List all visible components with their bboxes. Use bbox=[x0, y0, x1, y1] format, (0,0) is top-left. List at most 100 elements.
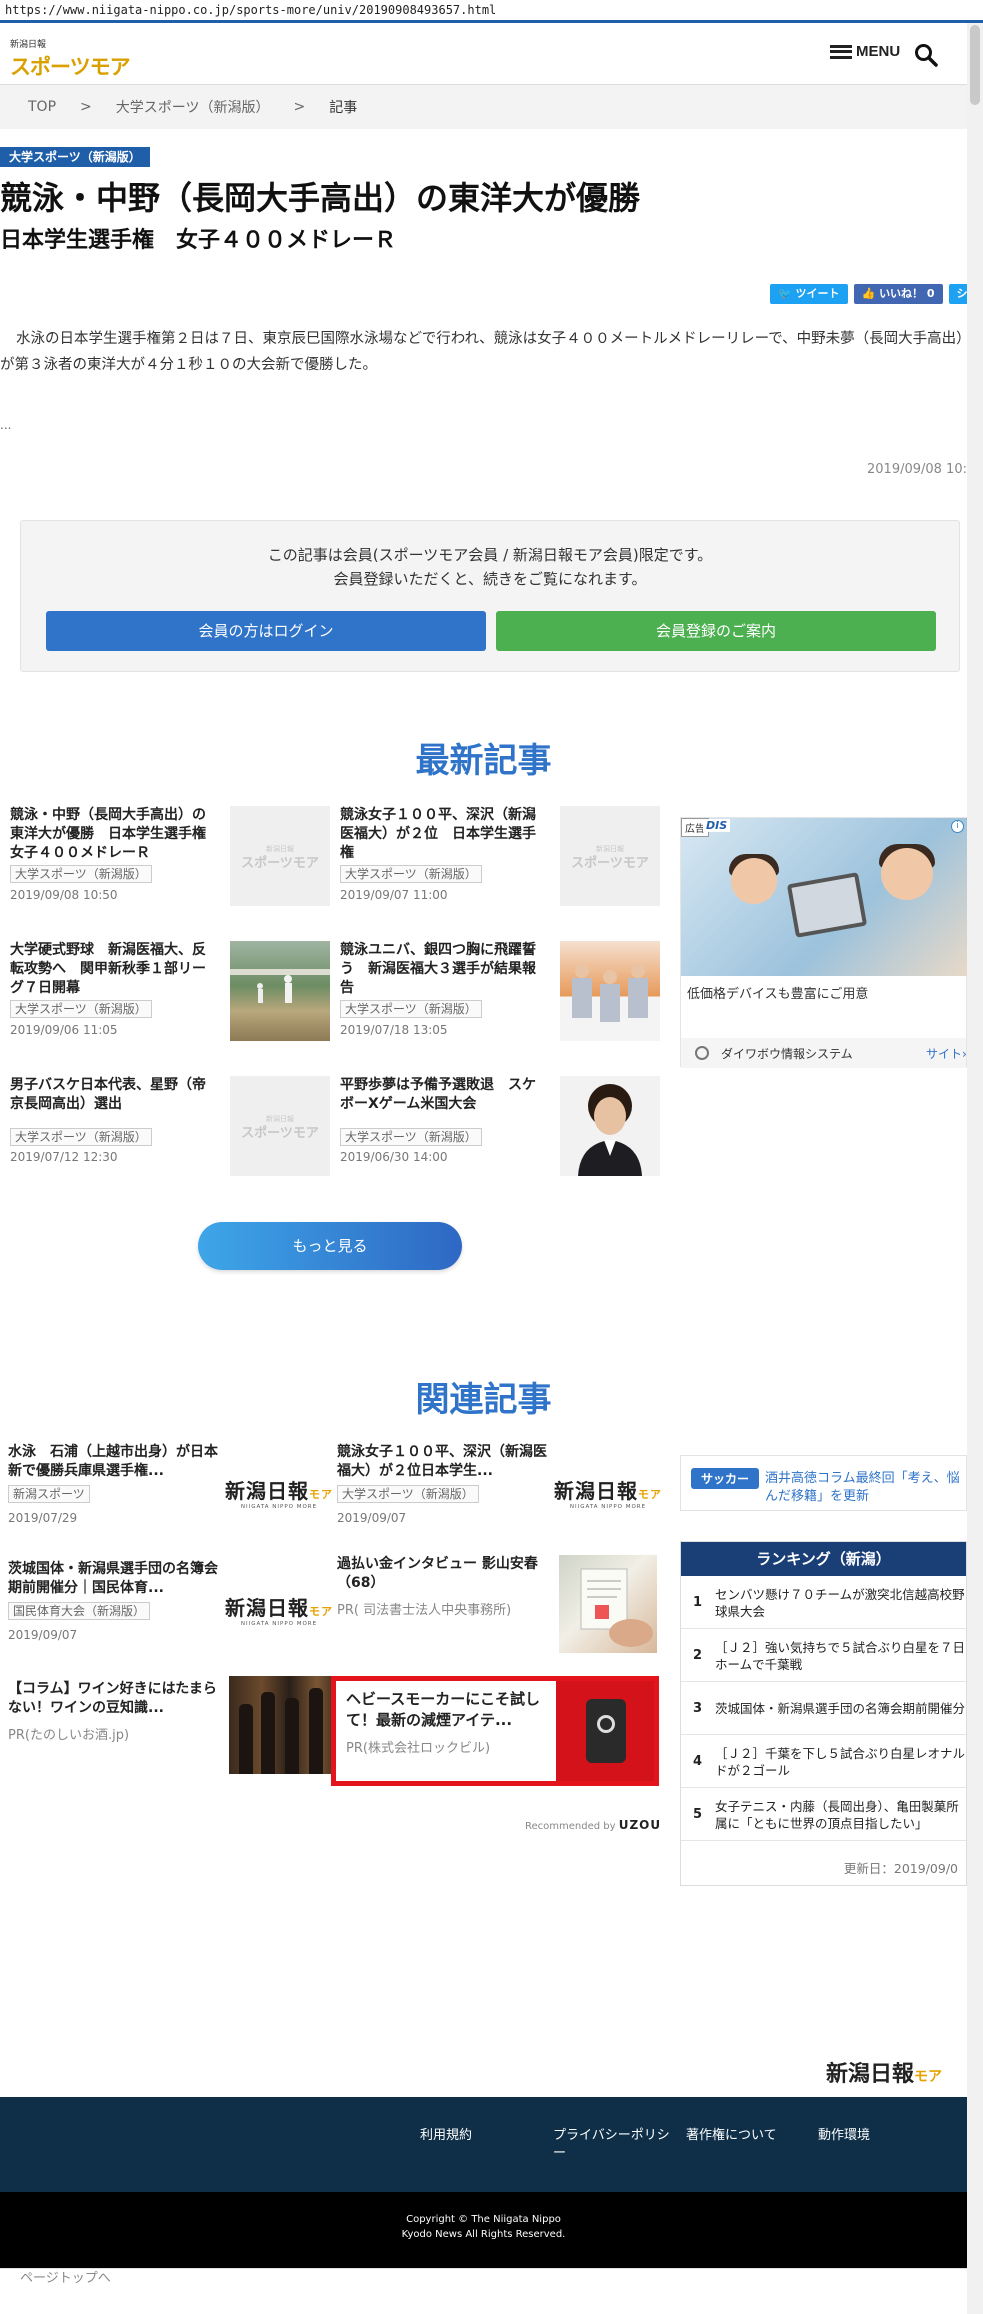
ranking-title: ランキング（新潟） bbox=[681, 1542, 966, 1576]
login-button[interactable]: 会員の方はログイン bbox=[46, 611, 486, 651]
ranking-item[interactable]: 1 センバツ懸け７０チームが激突北信越高校野球県大会 bbox=[681, 1576, 966, 1629]
ad-site-link[interactable]: サイト› bbox=[926, 1045, 967, 1062]
footer-logo[interactable]: 新潟日報モア bbox=[826, 2056, 942, 2088]
footer-copyright: Copyright © The Niigata Nippo Kyodo News… bbox=[0, 2192, 967, 2268]
ranking-number: 2 bbox=[693, 1648, 703, 1663]
latest-article-card[interactable]: 競泳女子１００平、深沢（新潟医福大）が２位 日本学生選手権 大学スポーツ（新潟版… bbox=[340, 806, 660, 910]
related-article-card[interactable]: 茨城国体・新潟県選手団の名簿会期前開催分｜国民体育... 国民体育大会（新潟版）… bbox=[8, 1560, 332, 1690]
placeholder-thumbnail: 新潟日報 スポーツモア bbox=[230, 806, 330, 906]
latest-article-title: 男子バスケ日本代表、星野（帝京長岡高出）選出 bbox=[10, 1077, 206, 1112]
ranking-number: 5 bbox=[693, 1807, 703, 1822]
breadcrumb: TOP > 大学スポーツ（新潟版） > 記事 bbox=[0, 85, 967, 129]
breadcrumb-current: 記事 bbox=[329, 100, 358, 116]
site-logo[interactable]: 新潟日報 スポーツモア bbox=[10, 37, 131, 79]
baseball-players-image bbox=[230, 969, 330, 1003]
latest-article-card[interactable]: 平野歩夢は予備予選敗退 スケボーXゲーム米国大会 大学スポーツ（新潟版） 201… bbox=[340, 1076, 660, 1180]
tweet-button[interactable]: 🐦 ツイート bbox=[770, 284, 848, 304]
placeholder-main: スポーツモア bbox=[241, 1125, 319, 1140]
logo-sub: NIIGATA NIPPO MORE bbox=[240, 1503, 318, 1510]
page: https://www.niigata-nippo.co.jp/sports-m… bbox=[0, 0, 983, 2314]
athlete-portrait bbox=[560, 1076, 660, 1176]
register-button[interactable]: 会員登録のご案内 bbox=[496, 611, 936, 651]
wine-bottles-image[interactable] bbox=[229, 1676, 339, 1774]
soccer-column-link[interactable]: 酒井高徳コラム最終回「考え、悩んだ移籍」を更新 bbox=[765, 1470, 965, 1506]
niigata-nippo-logo-thumb: 新潟日報モア NIIGATA NIPPO MORE bbox=[554, 1443, 661, 1541]
more-button[interactable]: もっと見る bbox=[198, 1222, 462, 1270]
ad-child-face bbox=[731, 858, 777, 904]
related-article-title: 【コラム】ワイン好きにはたまらない！ワインの豆知識... bbox=[8, 1681, 217, 1716]
footer-link-copyright[interactable]: 著作権について bbox=[686, 2127, 777, 2145]
ad-brand: DIS bbox=[703, 819, 731, 832]
smoking-ad-card[interactable]: ヘビースモーカーにこそ試して！最新の減煙アイテ... PR(株式会社ロックビル) bbox=[331, 1676, 659, 1786]
latest-article-title: 競泳ユニバ、銀四つ胸に飛躍誓う 新潟医福大３選手が結果報告 bbox=[340, 942, 536, 996]
latest-article-tag: 大学スポーツ（新潟版） bbox=[10, 1128, 152, 1146]
footer-logo-more: モア bbox=[914, 2068, 943, 2084]
ad-tablet bbox=[786, 872, 868, 938]
latest-article-title: 平野歩夢は予備予選敗退 スケボーXゲーム米国大会 bbox=[340, 1077, 536, 1112]
breadcrumb-top[interactable]: TOP bbox=[28, 99, 56, 115]
category-badge[interactable]: 大学スポーツ（新潟版） bbox=[0, 147, 150, 167]
page-top-link[interactable]: ページトップへ bbox=[0, 2268, 967, 2298]
menu-button[interactable]: MENU bbox=[830, 43, 900, 60]
swimmers-group-image bbox=[572, 964, 648, 1022]
latest-article-card[interactable]: 大学硬式野球 新潟医福大、反転攻勢へ 関甲新秋季１部リーグ７日開幕 大学スポーツ… bbox=[10, 941, 330, 1045]
footer-link-terms[interactable]: 利用規約 bbox=[420, 2127, 472, 2145]
ranking-text: ［Ｊ２］千葉を下し５試合ぶり白星レオナルドが２ゴール bbox=[715, 1745, 966, 1778]
vertical-scrollbar[interactable] bbox=[967, 23, 983, 2314]
address-bar[interactable]: https://www.niigata-nippo.co.jp/sports-m… bbox=[0, 0, 983, 20]
latest-article-date: 2019/07/12 12:30 bbox=[10, 1150, 118, 1164]
latest-article-card[interactable]: 競泳ユニバ、銀四つ胸に飛躍誓う 新潟医福大３選手が結果報告 大学スポーツ（新潟版… bbox=[340, 941, 660, 1045]
social-buttons: 🐦 ツイート 👍 いいね！ 0 シェ bbox=[770, 284, 983, 304]
tweet-label: ツイート bbox=[795, 287, 840, 300]
recommended-by[interactable]: Recommended by UZOU bbox=[525, 1818, 661, 1832]
related-article-card[interactable]: 競泳女子１００平、深沢（新潟医福大）が２位日本学生... 大学スポーツ（新潟版）… bbox=[337, 1443, 661, 1573]
related-article-card[interactable]: 水泳 石浦（上越市出身）が日本新で優勝兵庫県選手権... 新潟スポーツ 2019… bbox=[8, 1443, 332, 1573]
footer-link-privacy[interactable]: プライバシーポリシー bbox=[553, 2127, 679, 2163]
search-icon[interactable] bbox=[913, 42, 939, 68]
ranking-item[interactable]: 5 女子テニス・内藤（長岡出身）、亀田製菓所属に「ともに世界の頂点目指したい」 bbox=[681, 1788, 966, 1841]
member-message-line1: この記事は会員(スポーツモア会員 / 新潟日報モア会員)限定です。 bbox=[267, 546, 713, 564]
logo-sub: NIIGATA NIPPO MORE bbox=[569, 1503, 647, 1510]
like-button[interactable]: 👍 いいね！ 0 bbox=[853, 284, 943, 304]
latest-article-title: 競泳・中野（長岡大手高出）の東洋大が優勝 日本学生選手権 女子４００メドレーＲ bbox=[10, 807, 220, 861]
latest-article-card[interactable]: 男子バスケ日本代表、星野（帝京長岡高出）選出 大学スポーツ（新潟版） 2019/… bbox=[10, 1076, 330, 1180]
logo-more: モア bbox=[309, 1605, 333, 1618]
baseball-photo bbox=[230, 941, 330, 1041]
latest-article-card[interactable]: 競泳・中野（長岡大手高出）の東洋大が優勝 日本学生選手権 女子４００メドレーＲ … bbox=[10, 806, 330, 910]
latest-article-date: 2019/07/18 13:05 bbox=[340, 1023, 448, 1037]
ranking-item[interactable]: 4 ［Ｊ２］千葉を下し５試合ぶり白星レオナルドが２ゴール bbox=[681, 1735, 966, 1788]
member-message: この記事は会員(スポーツモア会員 / 新潟日報モア会員)限定です。 会員登録いた… bbox=[21, 543, 959, 591]
ad-child-face bbox=[881, 848, 933, 900]
related-article-title: 競泳女子１００平、深沢（新潟医福大）が２位日本学生... bbox=[337, 1444, 547, 1479]
ad-info-icon[interactable]: i bbox=[951, 820, 964, 833]
article-lead: 水泳の日本学生選手権第２日は７日、東京辰巳国際水泳場などで行われ、競泳は女子４０… bbox=[0, 331, 964, 373]
related-article-title: 過払い金インタビュー 影山安春（68） bbox=[337, 1556, 538, 1591]
related-sponsored-card[interactable]: 過払い金インタビュー 影山安春（68） PR( 司法書士法人中央事務所) bbox=[337, 1555, 657, 1685]
menu-label: MENU bbox=[856, 43, 901, 60]
ranking-text: センバツ懸け７０チームが激突北信越高校野球県大会 bbox=[715, 1586, 965, 1619]
soccer-column-box[interactable]: サッカー 酒井高徳コラム最終回「考え、悩んだ移籍」を更新 bbox=[680, 1455, 967, 1511]
logo-main-text: スポーツモア bbox=[10, 56, 131, 79]
ranking-item[interactable]: 2 ［Ｊ２］強い気持ちで５試合ぶり白星を７日ホームで千葉戦 bbox=[681, 1629, 966, 1682]
ranking-item[interactable]: 3 茨城国体・新潟県選手団の名簿会期前開催分 bbox=[681, 1682, 966, 1735]
smoking-ad-sponsor: PR(株式会社ロックビル) bbox=[346, 1741, 491, 1756]
scrollbar-thumb[interactable] bbox=[970, 25, 980, 105]
ad-caption: 低価格デバイスも豊富にご用意 bbox=[687, 987, 869, 1002]
latest-articles-heading: 最新記事 bbox=[415, 742, 552, 780]
placeholder-thumbnail: 新潟日報 スポーツモア bbox=[560, 806, 660, 906]
article-title: 競泳・中野（長岡大手高出）の東洋大が優勝 bbox=[0, 180, 641, 216]
footer-logo-text: 新潟日報 bbox=[826, 2061, 915, 2087]
logo-sub: NIIGATA NIPPO MORE bbox=[240, 1620, 318, 1627]
placeholder-main: スポーツモア bbox=[571, 855, 649, 870]
advertisement[interactable]: 広告 DIS i 低価格デバイスも豊富にご用意 ダイワボウ情報システム サイト› bbox=[680, 817, 968, 1068]
latest-article-tag: 大学スポーツ（新潟版） bbox=[10, 865, 152, 883]
latest-article-date: 2019/09/07 11:00 bbox=[340, 888, 448, 902]
recommended-by-text: Recommended by bbox=[525, 1821, 616, 1832]
ranking-updated: 更新日：2019/09/0 bbox=[843, 1861, 958, 1876]
breadcrumb-separator: > bbox=[293, 99, 306, 115]
ad-footer: ダイワボウ情報システム サイト› bbox=[681, 1038, 967, 1068]
footer-link-environment[interactable]: 動作環境 bbox=[818, 2127, 870, 2145]
article-ellipsis: ... bbox=[0, 418, 12, 432]
breadcrumb-category[interactable]: 大学スポーツ（新潟版） bbox=[116, 97, 270, 117]
member-message-line2: 会員登録いただくと、続きをご覧になれます。 bbox=[333, 570, 647, 588]
